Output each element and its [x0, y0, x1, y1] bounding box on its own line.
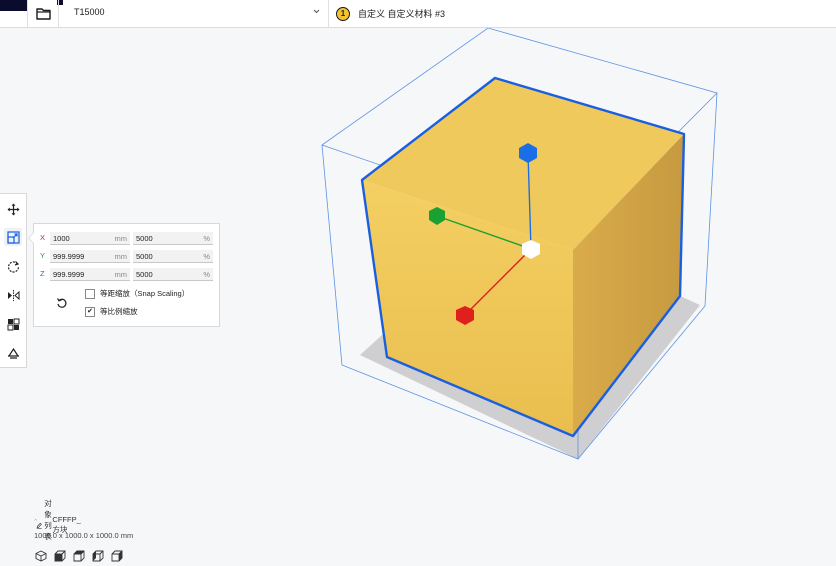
- object-dimensions: 1000.0 x 1000.0 x 1000.0 mm: [34, 531, 134, 540]
- material-index-badge: 1: [336, 6, 350, 21]
- logo-strip: [0, 0, 27, 11]
- view-front-icon: [54, 550, 65, 561]
- x-percent-value: 5000: [136, 234, 153, 243]
- printer-selector[interactable]: T15000: [64, 0, 329, 27]
- x-percent-field[interactable]: 5000 %: [133, 232, 213, 245]
- view-right-icon: [111, 550, 122, 561]
- view-orientation-bar: [34, 549, 123, 562]
- reset-icon: [56, 298, 67, 308]
- scale-icon: [6, 230, 20, 244]
- view-top-icon: [73, 550, 84, 561]
- snap-scaling-label: 等距缩放（Snap Scaling）: [100, 289, 190, 298]
- reset-scale-button[interactable]: [56, 296, 68, 314]
- view-top-button[interactable]: [72, 549, 85, 562]
- z-size-unit: mm: [114, 270, 128, 279]
- move-tool-button[interactable]: [4, 200, 22, 218]
- z-percent-field[interactable]: 5000 %: [133, 268, 213, 281]
- view-3d-button[interactable]: [34, 549, 47, 562]
- x-size-field[interactable]: 1000 mm: [50, 232, 130, 245]
- scale-row-z: Z 999.9999 mm 5000 %: [40, 268, 216, 282]
- printer-name: T15000: [74, 7, 105, 17]
- move-icon: [7, 203, 19, 215]
- x-size-value: 1000: [53, 234, 70, 243]
- material-name: 自定义 自定义材料 #3: [358, 9, 446, 19]
- folder-icon: [35, 8, 51, 20]
- per-model-settings-button[interactable]: [4, 315, 22, 333]
- support-blocker-button[interactable]: [4, 344, 22, 362]
- scale-row-x: X 1000 mm 5000 %: [40, 232, 216, 246]
- y-size-field[interactable]: 999.9999 mm: [50, 250, 130, 263]
- mirror-icon: [7, 289, 19, 301]
- view-front-button[interactable]: [53, 549, 66, 562]
- rotate-icon: [7, 260, 19, 273]
- z-percent-value: 5000: [136, 270, 153, 279]
- y-percent-value: 5000: [136, 252, 153, 261]
- view-3d-icon: [35, 549, 46, 562]
- x-percent-unit: %: [203, 234, 210, 243]
- edit-icon: [36, 522, 42, 529]
- snap-scaling-box: [85, 288, 95, 299]
- z-size-value: 999.9999: [53, 270, 85, 279]
- open-file-button[interactable]: [27, 0, 59, 27]
- uniform-scaling-checkbox[interactable]: ✔ 等比例缩放: [85, 306, 138, 317]
- scale-panel: X 1000 mm 5000 % Y 999.9999 mm 5000 % Z …: [28, 223, 220, 327]
- view-left-icon: [92, 550, 103, 561]
- view-left-button[interactable]: [91, 549, 104, 562]
- support-blocker-icon: [7, 347, 19, 359]
- axis-label-y: Y: [40, 251, 46, 260]
- y-percent-field[interactable]: 5000 %: [133, 250, 213, 263]
- mirror-tool-button[interactable]: [4, 286, 22, 304]
- x-size-unit: mm: [114, 234, 128, 243]
- top-bar: T15000 1 自定义 自定义材料 #3: [0, 0, 836, 28]
- z-percent-unit: %: [203, 270, 210, 279]
- y-size-value: 999.9999: [53, 252, 85, 261]
- y-percent-unit: %: [203, 252, 210, 261]
- axis-label-x: X: [40, 233, 46, 242]
- axis-label-z: Z: [40, 269, 45, 278]
- view-right-button[interactable]: [110, 549, 123, 562]
- left-toolbar: [0, 193, 27, 368]
- uniform-scaling-label: 等比例缩放: [100, 307, 138, 316]
- rotate-tool-button[interactable]: [4, 257, 22, 275]
- checkmark-icon: ✔: [85, 306, 95, 317]
- material-selector[interactable]: 1 自定义 自定义材料 #3: [336, 0, 445, 27]
- snap-scaling-checkbox[interactable]: 等距缩放（Snap Scaling）: [85, 288, 189, 299]
- scale-row-y: Y 999.9999 mm 5000 %: [40, 250, 216, 264]
- per-model-settings-icon: [7, 318, 19, 330]
- y-size-unit: mm: [114, 252, 128, 261]
- scale-tool-button[interactable]: [4, 228, 22, 246]
- chevron-down-icon: [313, 9, 320, 14]
- z-size-field[interactable]: 999.9999 mm: [50, 268, 130, 281]
- panel-pointer-fill: [29, 233, 34, 243]
